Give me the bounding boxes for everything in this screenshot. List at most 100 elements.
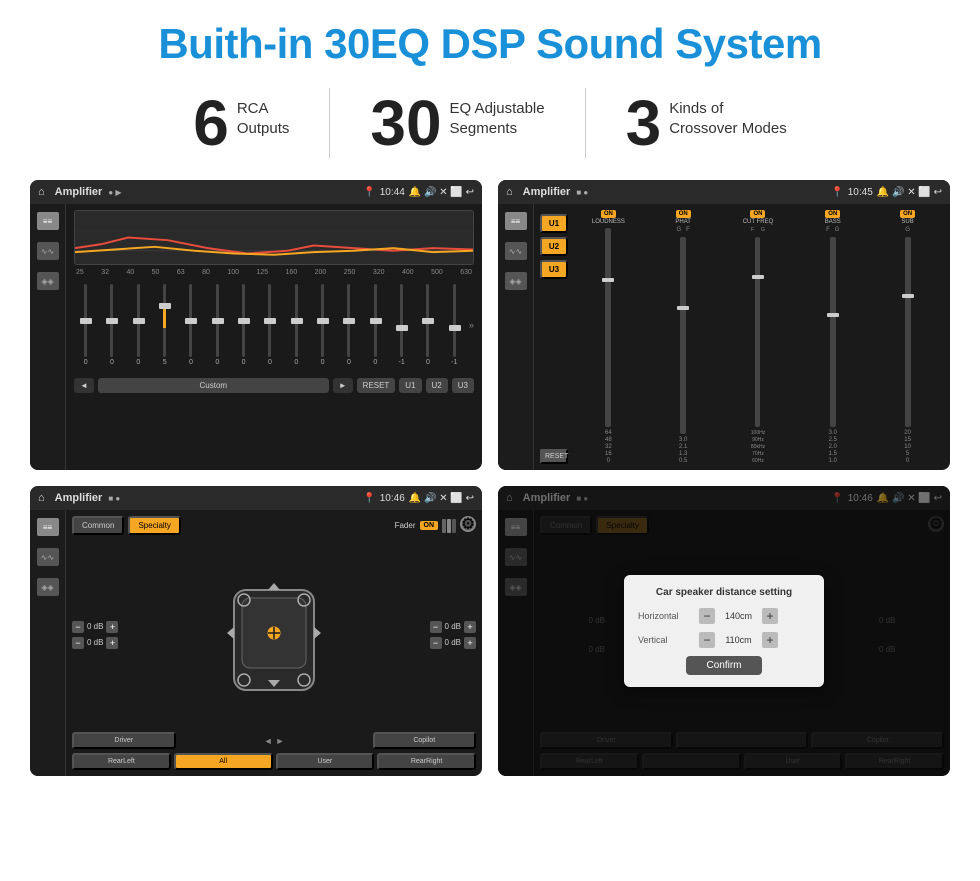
db-plus-fr[interactable]: + xyxy=(464,621,476,633)
db-minus-rr[interactable]: − xyxy=(430,637,442,649)
phat-on-badge: ON xyxy=(676,210,691,218)
eq-slider-10[interactable]: 0 xyxy=(311,284,334,366)
eq-slider-5[interactable]: 0 xyxy=(179,284,202,366)
common-tab-bl[interactable]: Common xyxy=(72,516,124,535)
sidebar-bl: ≡≡ ∿∿ ◈◈ xyxy=(30,510,66,776)
eq-slider-4[interactable]: 5 xyxy=(153,284,176,366)
vertical-minus-button[interactable]: − xyxy=(699,632,715,648)
bottom-buttons-bl: Driver ◄ ► Copilot xyxy=(72,732,476,749)
sidebar-eq-icon-tr[interactable]: ≡≡ xyxy=(505,212,527,230)
home-icon[interactable]: ⌂ xyxy=(38,186,45,198)
car-svg xyxy=(224,570,324,700)
confirm-button[interactable]: Confirm xyxy=(686,656,761,675)
sidebar-eq-icon-bl[interactable]: ≡≡ xyxy=(37,518,59,536)
car-diagram xyxy=(124,541,423,728)
eq-slider-1[interactable]: 0 xyxy=(74,284,97,366)
prev-preset-button[interactable]: ◄ xyxy=(74,378,94,393)
next-preset-button[interactable]: ► xyxy=(333,378,353,393)
eq-slider-8[interactable]: 0 xyxy=(258,284,281,366)
u2-btn[interactable]: U2 xyxy=(540,237,568,256)
all-btn-bl[interactable]: All xyxy=(174,753,273,770)
phat-slider[interactable] xyxy=(680,237,686,434)
eq-slider-13[interactable]: -1 xyxy=(390,284,413,366)
home-icon-tr[interactable]: ⌂ xyxy=(506,186,513,198)
specialty-tab-bl[interactable]: Specialty xyxy=(128,516,180,535)
u1-button-tl[interactable]: U1 xyxy=(399,378,421,393)
fader-label: Fader xyxy=(395,521,416,530)
loudness-on-badge: ON xyxy=(601,210,616,218)
topbar-icons-bl: 📍 10:46 🔔 🔊 ✕ ⬜ ↩ xyxy=(363,493,474,504)
eq-slider-6[interactable]: 0 xyxy=(206,284,229,366)
u3-btn[interactable]: U3 xyxy=(540,260,568,279)
screens-grid: ⌂ Amplifier ● ▶ 📍 10:44 🔔 🔊 ✕ ⬜ ↩ ≡≡ ∿∿ … xyxy=(30,180,950,776)
eq-slider-11[interactable]: 0 xyxy=(337,284,360,366)
sub-slider[interactable] xyxy=(905,237,911,427)
rearleft-btn-bl[interactable]: RearLeft xyxy=(72,753,171,770)
expand-icon[interactable]: » xyxy=(469,320,474,330)
custom-preset-button[interactable]: Custom xyxy=(98,378,329,393)
horizontal-minus-button[interactable]: − xyxy=(699,608,715,624)
amp-ch-loudness: ON LOUDNESS 644832160 xyxy=(572,210,645,464)
user-btn-bl[interactable]: User xyxy=(276,753,375,770)
cutfreq-slider[interactable] xyxy=(755,237,760,427)
horizontal-plus-button[interactable]: + xyxy=(762,608,778,624)
eq-slider-14[interactable]: 0 xyxy=(416,284,439,366)
reset-button-tl[interactable]: RESET xyxy=(357,378,396,393)
dialog-title: Car speaker distance setting xyxy=(638,587,810,598)
eq-slider-12[interactable]: 0 xyxy=(364,284,387,366)
topbar-bottom-left: ⌂ Amplifier ■ ● 📍 10:46 🔔 🔊 ✕ ⬜ ↩ xyxy=(30,486,482,510)
dialog-horizontal-row: Horizontal − 140cm + xyxy=(638,608,810,624)
eq-slider-15[interactable]: -1 xyxy=(443,284,466,366)
topbar-title-tr: Amplifier xyxy=(523,186,571,198)
loudness-label: LOUDNESS xyxy=(592,219,625,225)
sidebar-wave-icon-bl[interactable]: ∿∿ xyxy=(37,548,59,566)
sidebar-vol-icon-bl[interactable]: ◈◈ xyxy=(37,578,59,596)
copilot-btn-bl[interactable]: Copilot xyxy=(373,732,477,749)
settings-icon-bl[interactable]: ⚙ xyxy=(460,516,476,532)
dialog-overlay: Car speaker distance setting Horizontal … xyxy=(498,486,950,776)
eq-slider-2[interactable]: 0 xyxy=(100,284,123,366)
dialog-vertical-row: Vertical − 110cm + xyxy=(638,632,810,648)
reset-btn-tr[interactable]: RESET xyxy=(540,449,568,464)
bass-slider[interactable] xyxy=(830,237,836,427)
freq-labels: 2532 4050 6380 100125 160200 250320 4005… xyxy=(74,269,474,276)
loudness-slider[interactable] xyxy=(605,228,611,427)
vertical-plus-button[interactable]: + xyxy=(762,632,778,648)
fader-on-badge: ON xyxy=(420,521,439,530)
driver-btn-bl[interactable]: Driver xyxy=(72,732,176,749)
home-icon-bl[interactable]: ⌂ xyxy=(38,492,45,504)
u1-btn[interactable]: U1 xyxy=(540,214,568,233)
db-minus-rl[interactable]: − xyxy=(72,637,84,649)
amp-presets-col: U1 U2 U3 RESET xyxy=(540,210,568,464)
db-control-rl: − 0 dB + xyxy=(72,637,118,649)
db-control-rr: − 0 dB + xyxy=(430,637,476,649)
db-plus-rl[interactable]: + xyxy=(106,637,118,649)
stats-row: 6 RCA Outputs 30 EQ Adjustable Segments … xyxy=(30,88,950,158)
db-control-fr: − 0 dB + xyxy=(430,621,476,633)
sidebar-wave-icon-tr[interactable]: ∿∿ xyxy=(505,242,527,260)
eq-slider-3[interactable]: 0 xyxy=(127,284,150,366)
speaker-controls-right: − 0 dB + − 0 dB + xyxy=(430,541,476,728)
db-plus-rr[interactable]: + xyxy=(464,637,476,649)
eq-slider-7[interactable]: 0 xyxy=(232,284,255,366)
phat-label: PHAT xyxy=(675,219,691,225)
screen-top-right: ⌂ Amplifier ■ ● 📍 10:45 🔔 🔊 ✕ ⬜ ↩ ≡≡ ∿∿ … xyxy=(498,180,950,470)
stat-eq: 30 EQ Adjustable Segments xyxy=(330,91,584,155)
left-arrow-bl[interactable]: ◄ xyxy=(264,736,273,746)
topbar-title-bl: Amplifier xyxy=(55,492,103,504)
eq-slider-9[interactable]: 0 xyxy=(285,284,308,366)
right-arrow-bl[interactable]: ► xyxy=(276,736,285,746)
sidebar-wave-icon[interactable]: ∿∿ xyxy=(37,242,59,260)
fader-sliders xyxy=(442,519,456,533)
db-value-fl: 0 dB xyxy=(87,622,103,631)
sidebar-vol-icon-tr[interactable]: ◈◈ xyxy=(505,272,527,290)
db-minus-fr[interactable]: − xyxy=(430,621,442,633)
db-plus-fl[interactable]: + xyxy=(106,621,118,633)
u3-button-tl[interactable]: U3 xyxy=(452,378,474,393)
sidebar-vol-icon[interactable]: ◈◈ xyxy=(37,272,59,290)
rearright-btn-bl[interactable]: RearRight xyxy=(377,753,476,770)
db-minus-fl[interactable]: − xyxy=(72,621,84,633)
u2-button-tl[interactable]: U2 xyxy=(426,378,448,393)
amp-ch-bass: ON BASS F G 3.02.52.01.51.0 xyxy=(796,210,869,464)
sidebar-eq-icon[interactable]: ≡≡ xyxy=(37,212,59,230)
